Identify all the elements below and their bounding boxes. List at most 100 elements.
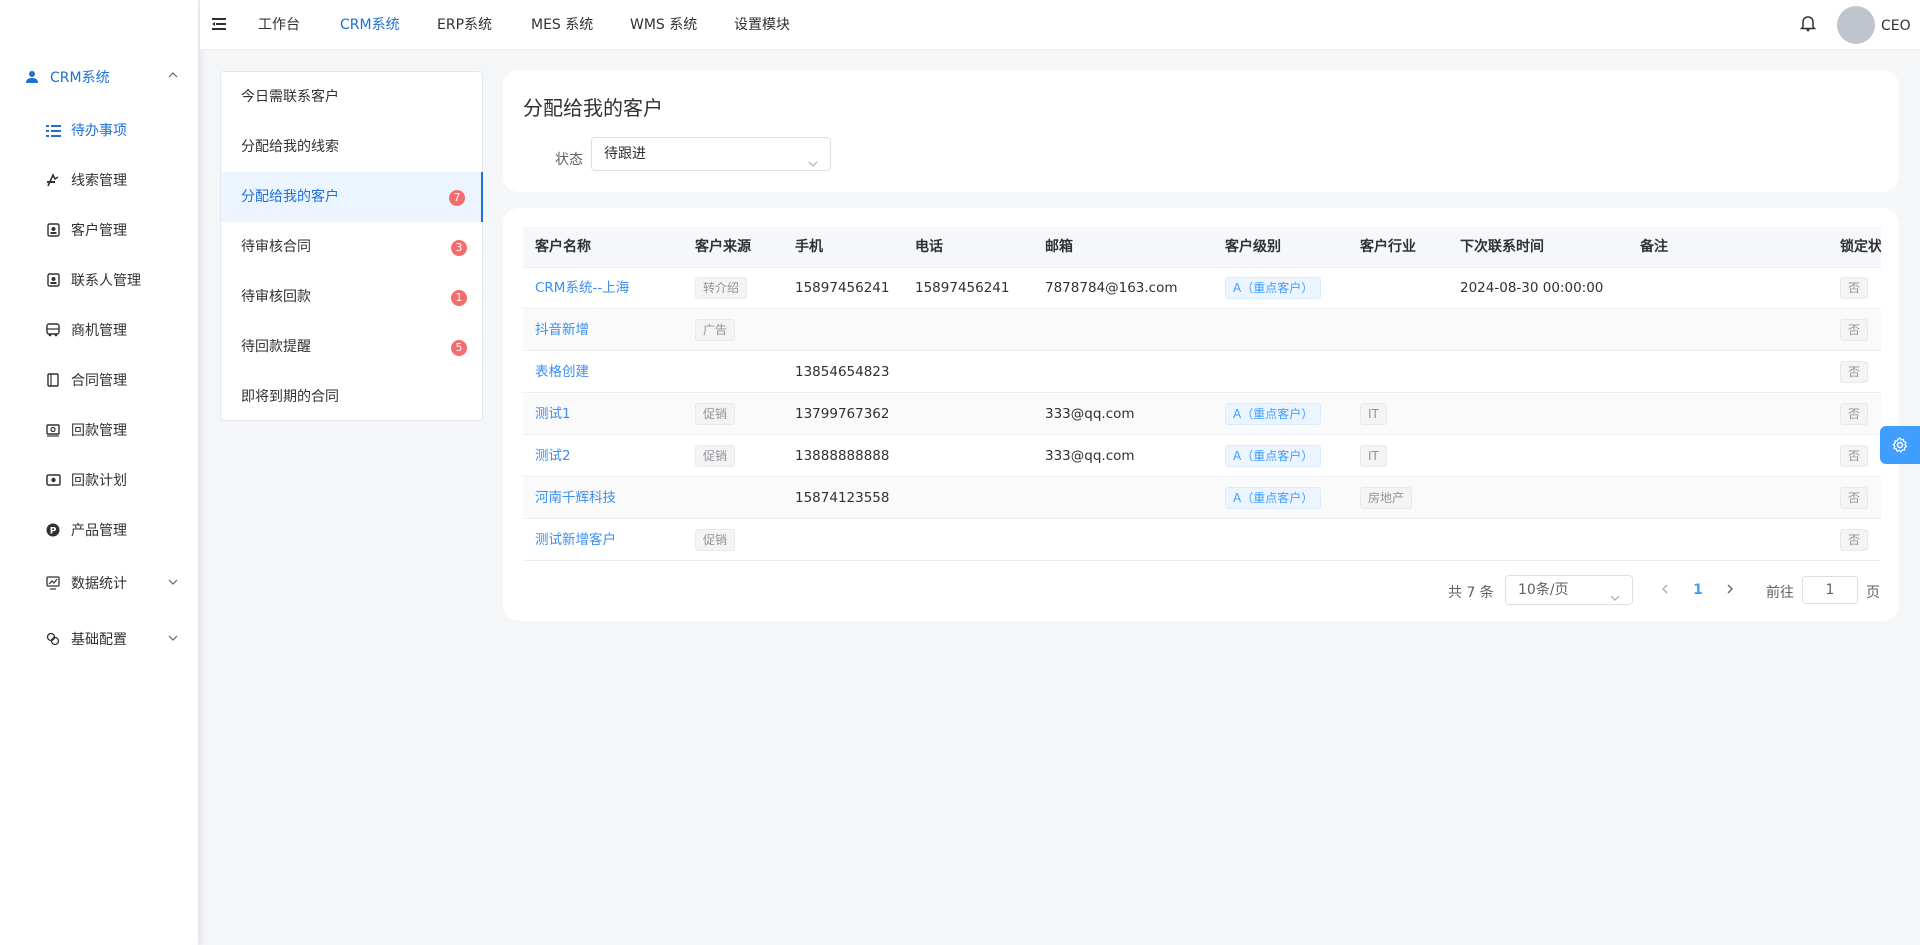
submenu-item-label: 分配给我的线索: [241, 139, 339, 155]
mobile-cell: 13888888888: [795, 448, 890, 464]
top-nav-crm[interactable]: CRM系统: [340, 0, 400, 50]
avatar[interactable]: [1837, 6, 1875, 44]
money-icon: [45, 472, 61, 488]
top-nav-erp[interactable]: ERP系统: [437, 0, 492, 50]
product-p-icon: P: [45, 522, 61, 538]
sidebar-item-contacts[interactable]: 联系人管理: [45, 270, 141, 290]
table-row[interactable]: 测试新增客户 促销 否: [523, 520, 1881, 561]
sidebar-group-label: CRM系统: [50, 70, 110, 86]
count-badge: 7: [449, 190, 465, 206]
customer-name-link[interactable]: 测试新增客户: [535, 520, 616, 561]
table-row[interactable]: 河南千辉科技 15874123558 A（重点客户） 房地产 否: [523, 478, 1881, 519]
sidebar-item-label: 产品管理: [71, 523, 127, 539]
industry-cell: IT: [1360, 436, 1387, 477]
menu-fold-icon[interactable]: [212, 18, 226, 30]
document-icon: [45, 372, 61, 388]
locked-tag: 否: [1840, 319, 1869, 341]
locked-cell: 否: [1840, 268, 1869, 309]
top-nav-settings[interactable]: 设置模块: [734, 0, 790, 50]
customer-name-link[interactable]: CRM系统--上海: [535, 268, 629, 309]
next-contact-cell: 2024-08-30 00:00:00: [1460, 280, 1604, 296]
source-cell: 广告: [695, 310, 736, 351]
submenu-item-label: 待审核回款: [241, 289, 311, 305]
table-row[interactable]: 测试2 促销 13888888888 333@qq.com A（重点客户） IT 否: [523, 436, 1881, 477]
top-nav-wms[interactable]: WMS 系统: [630, 0, 697, 50]
page-size-value: 10条/页: [1518, 582, 1569, 598]
page-size-select[interactable]: 10条/页: [1505, 575, 1633, 605]
top-nav-workbench[interactable]: 工作台: [258, 0, 300, 50]
bell-icon[interactable]: [1799, 14, 1817, 32]
industry-cell: 房地产: [1360, 478, 1413, 519]
chart-icon: [45, 575, 61, 591]
customer-name-link[interactable]: 测试1: [535, 394, 571, 435]
chevron-down-icon[interactable]: [168, 577, 178, 590]
sidebar-item-label: 基础配置: [71, 632, 127, 648]
table-row[interactable]: CRM系统--上海 转介绍 15897456241 15897456241 787878…: [523, 268, 1881, 309]
col-header-locked: 锁定状: [1840, 239, 1881, 255]
status-select[interactable]: 待跟进: [591, 137, 831, 171]
chevron-down-icon[interactable]: [168, 633, 178, 646]
level-tag: A（重点客户）: [1225, 277, 1322, 299]
submenu-item-assigned-customers[interactable]: 分配给我的客户 7: [221, 172, 483, 222]
customer-name-link[interactable]: 表格创建: [535, 352, 589, 393]
top-nav-mes[interactable]: MES 系统: [531, 0, 593, 50]
level-tag: A（重点客户）: [1225, 487, 1322, 509]
page-title: 分配给我的客户: [523, 96, 663, 120]
theme-settings-button[interactable]: [1880, 426, 1920, 464]
submenu-item-expiring-contracts[interactable]: 即将到期的合同: [221, 372, 483, 422]
sidebar-item-todo[interactable]: 待办事项: [45, 120, 127, 140]
submenu-item-pending-payments[interactable]: 待审核回款 1: [221, 272, 483, 322]
source-tag: 转介绍: [695, 277, 748, 299]
top-nav: 工作台 CRM系统 ERP系统 MES 系统 WMS 系统 设置模块 CEO: [200, 0, 1920, 50]
customer-name-link[interactable]: 抖音新增: [535, 310, 589, 351]
customer-name-link[interactable]: 测试2: [535, 436, 571, 477]
sidebar-item-leads[interactable]: 线索管理: [45, 170, 127, 190]
prev-page-button[interactable]: [1651, 575, 1679, 605]
sidebar-item-products[interactable]: P 产品管理: [45, 520, 127, 540]
chevron-right-icon: [1727, 584, 1733, 594]
filter-card: 分配给我的客户 状态 待跟进: [503, 70, 1899, 192]
chevron-up-icon[interactable]: [168, 70, 178, 83]
col-header-name: 客户名称: [535, 239, 591, 255]
submenu-item-assigned-leads[interactable]: 分配给我的线索: [221, 122, 483, 172]
sidebar-item-statistics[interactable]: 数据统计: [45, 573, 127, 593]
bus-icon: [45, 322, 61, 338]
user-name[interactable]: CEO: [1881, 0, 1911, 52]
sidebar-item-label: 联系人管理: [71, 273, 141, 289]
page-number-current[interactable]: 1: [1684, 575, 1712, 605]
count-badge: 1: [451, 290, 467, 306]
mobile-cell: 15874123558: [795, 490, 890, 506]
submenu-item-payment-reminders[interactable]: 待回款提醒 5: [221, 322, 483, 372]
sidebar: CRM系统 待办事项 线索管理 客户管理 联系人管理 商机管理 合同管理 回款管…: [0, 0, 199, 945]
goto-page-input[interactable]: 1: [1802, 576, 1858, 604]
payment-icon: [45, 422, 61, 438]
level-tag: A（重点客户）: [1225, 445, 1322, 467]
table-row[interactable]: 抖音新增 广告 否: [523, 310, 1881, 351]
next-page-button[interactable]: [1716, 575, 1744, 605]
sidebar-item-contracts[interactable]: 合同管理: [45, 370, 127, 390]
sidebar-item-config[interactable]: 基础配置: [45, 629, 127, 649]
source-cell: 促销: [695, 394, 736, 435]
table-row[interactable]: 表格创建 13854654823 否: [523, 352, 1881, 393]
sidebar-item-label: 客户管理: [71, 223, 127, 239]
sidebar-item-customers[interactable]: 客户管理: [45, 220, 127, 240]
sidebar-item-label: 商机管理: [71, 323, 127, 339]
table-row[interactable]: 测试1 促销 13799767362 333@qq.com A（重点客户） IT 否: [523, 394, 1881, 435]
email-cell: 7878784@163.com: [1045, 280, 1178, 296]
customer-name-link[interactable]: 河南千辉科技: [535, 478, 616, 519]
contact-card-icon: [45, 272, 61, 288]
sidebar-group-crm[interactable]: CRM系统: [24, 67, 110, 87]
sidebar-item-payment-plan[interactable]: 回款计划: [45, 470, 127, 490]
submenu-item-today-contact[interactable]: 今日需联系客户: [221, 72, 483, 122]
svg-text:P: P: [50, 527, 57, 537]
sidebar-item-label: 待办事项: [71, 123, 127, 139]
col-header-remark: 备注: [1640, 239, 1668, 255]
submenu-item-pending-contracts[interactable]: 待审核合同 3: [221, 222, 483, 272]
goto-label: 前往: [1766, 585, 1794, 601]
sidebar-item-payments[interactable]: 回款管理: [45, 420, 127, 440]
list-check-icon: [45, 122, 61, 138]
mobile-cell: 13799767362: [795, 406, 890, 422]
locked-tag: 否: [1840, 529, 1869, 551]
sidebar-item-opportunities[interactable]: 商机管理: [45, 320, 127, 340]
col-header-mobile: 手机: [795, 239, 823, 255]
